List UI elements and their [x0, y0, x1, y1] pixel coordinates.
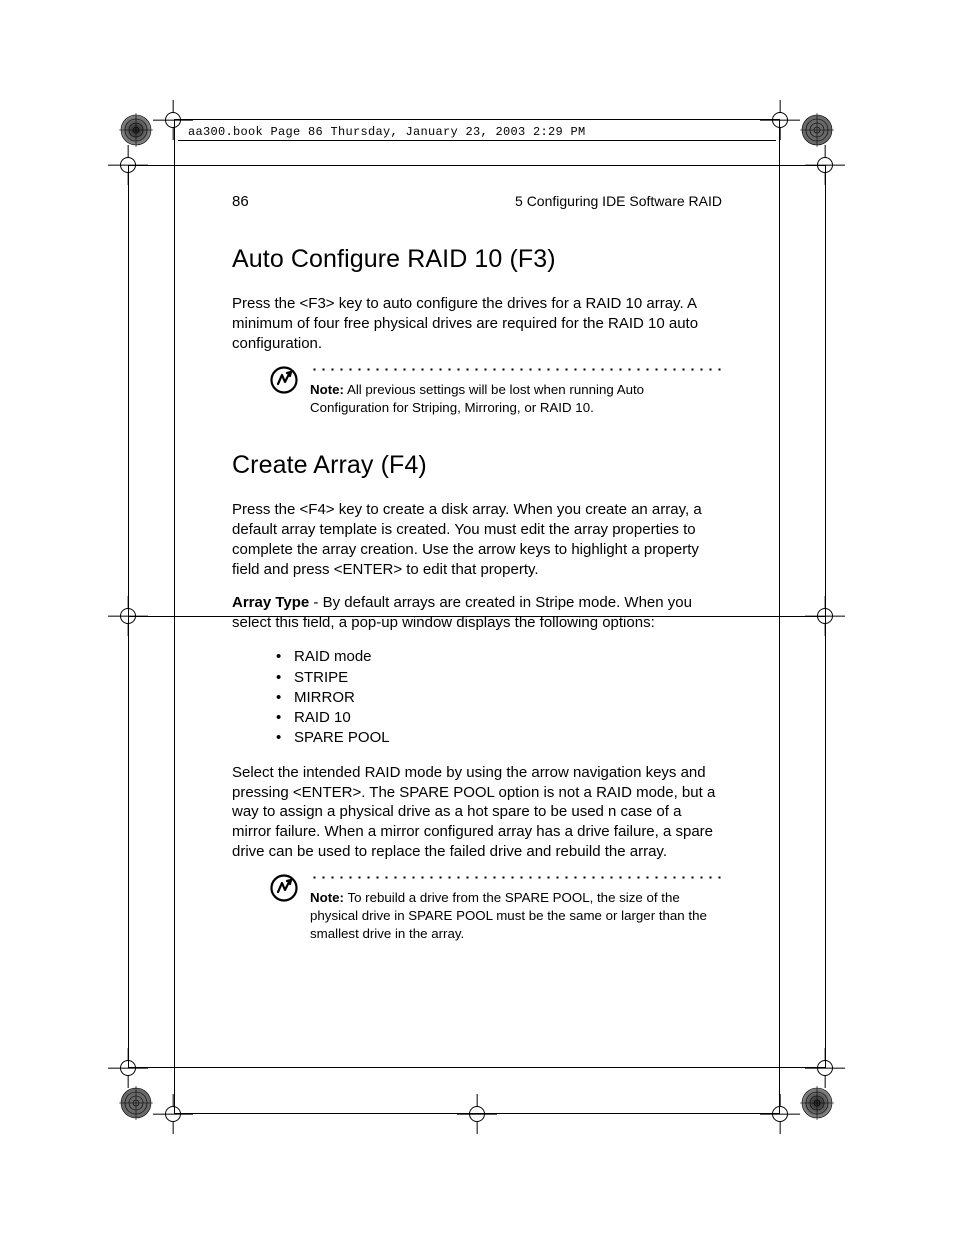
crop-line	[128, 165, 825, 166]
array-type-options: RAID mode STRIPE MIRROR RAID 10 SPARE PO…	[232, 647, 722, 748]
note-text: Note: All previous settings will be lost…	[310, 381, 722, 417]
reg-mark-icon	[119, 113, 153, 147]
note-label: Note:	[310, 890, 344, 905]
note-block: Note: To rebuild a drive from the SPARE …	[232, 876, 722, 943]
paragraph: Press the <F3> key to auto configure the…	[232, 294, 722, 354]
note-divider	[310, 368, 722, 371]
list-item: MIRROR	[232, 688, 722, 708]
list-item: RAID mode	[232, 647, 722, 667]
heading-create-array: Create Array (F4)	[232, 451, 722, 480]
crosshair-icon	[760, 1094, 800, 1134]
crop-line	[825, 165, 826, 1068]
note-block: Note: All previous settings will be lost…	[232, 368, 722, 417]
paragraph: Array Type - By default arrays are creat…	[232, 593, 722, 633]
reg-mark-icon	[800, 1086, 834, 1120]
frame-page-underline	[178, 140, 776, 141]
paragraph: Press the <F4> key to create a disk arra…	[232, 500, 722, 580]
crosshair-icon	[760, 100, 800, 140]
crop-line	[779, 119, 780, 1114]
crop-line	[174, 1113, 779, 1114]
crosshair-icon	[457, 1094, 497, 1134]
paragraph: Select the intended RAID mode by using t…	[232, 763, 722, 863]
list-item: SPARE POOL	[232, 728, 722, 748]
crop-line	[174, 119, 779, 120]
reg-mark-icon	[800, 113, 834, 147]
array-type-label: Array Type	[232, 594, 309, 611]
note-icon	[270, 874, 298, 902]
heading-auto-configure: Auto Configure RAID 10 (F3)	[232, 245, 722, 274]
crop-line	[128, 1067, 825, 1068]
note-icon	[270, 366, 298, 394]
crosshair-icon	[153, 100, 193, 140]
note-text: Note: To rebuild a drive from the SPARE …	[310, 889, 722, 943]
list-item: RAID 10	[232, 708, 722, 728]
section-title: 5 Configuring IDE Software RAID	[515, 193, 722, 209]
note-divider	[310, 876, 722, 879]
note-label: Note:	[310, 382, 344, 397]
page-content: 86 5 Configuring IDE Software RAID Auto …	[232, 193, 722, 969]
note-body: All previous settings will be lost when …	[310, 382, 644, 415]
reg-mark-icon	[119, 1086, 153, 1120]
crop-line	[174, 119, 175, 1114]
note-body: To rebuild a drive from the SPARE POOL, …	[310, 890, 707, 941]
page-number: 86	[232, 193, 249, 210]
crosshair-icon	[153, 1094, 193, 1134]
frame-page-info: aa300.book Page 86 Thursday, January 23,…	[188, 125, 586, 139]
crop-line	[128, 165, 129, 1068]
list-item: STRIPE	[232, 668, 722, 688]
